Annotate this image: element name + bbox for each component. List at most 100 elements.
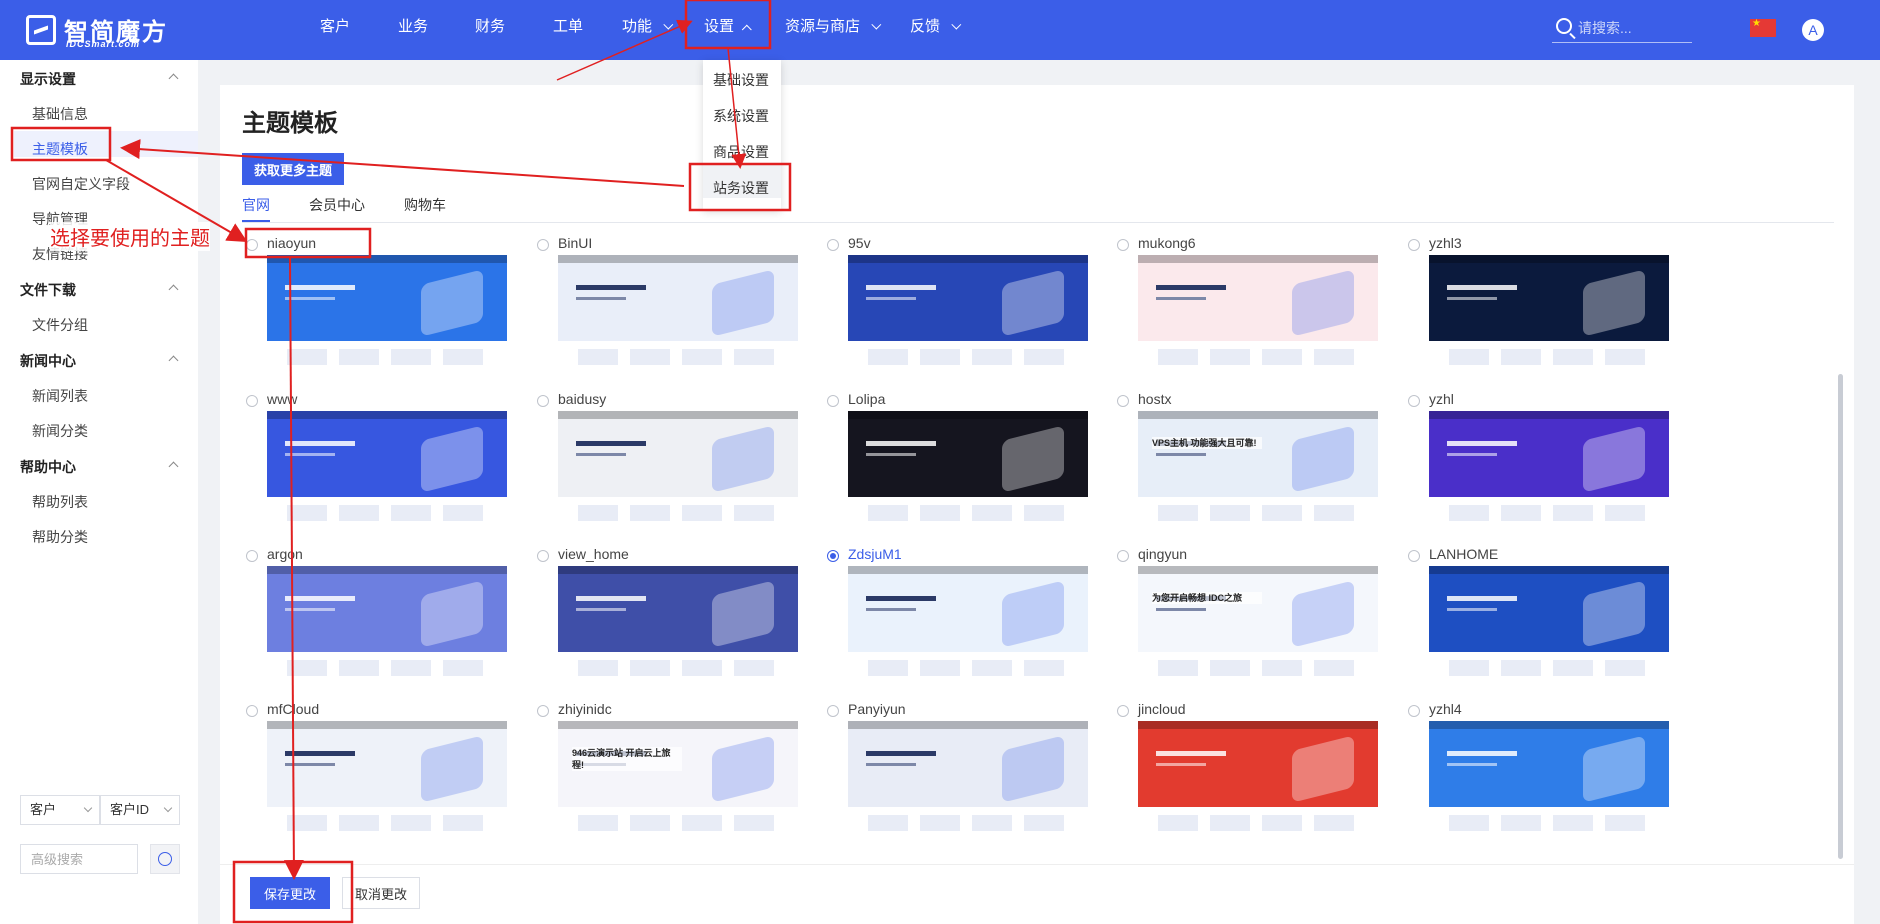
nav-features[interactable]: 功能 — [622, 0, 674, 55]
theme-radio[interactable] — [537, 550, 549, 562]
theme-radio[interactable] — [1408, 705, 1420, 717]
theme-radio[interactable] — [1408, 395, 1420, 407]
theme-option[interactable]: 95v — [827, 235, 1097, 385]
scrollbar-thumb[interactable] — [1838, 374, 1843, 859]
theme-option[interactable]: argon — [246, 546, 516, 696]
nav-business[interactable]: 业务 — [398, 0, 428, 55]
theme-radio[interactable] — [1117, 239, 1129, 251]
menu-item-system-settings[interactable]: 系统设置 — [713, 106, 769, 126]
sidebar-group-help[interactable]: 帮助中心 — [20, 457, 76, 477]
sidebar-item-theme-template[interactable]: 主题模板 — [32, 139, 88, 159]
chevron-up-icon[interactable] — [168, 284, 179, 295]
advanced-search-button[interactable] — [150, 844, 180, 874]
menu-item-site-settings[interactable]: 站务设置 — [713, 178, 769, 198]
nav-settings[interactable]: 设置 — [704, 0, 752, 55]
theme-option[interactable]: view_home — [537, 546, 807, 696]
theme-option[interactable]: zhiyinidc 946云演示站 开启云上旅程! — [537, 701, 807, 851]
theme-option[interactable]: niaoyun — [246, 235, 516, 385]
theme-option[interactable]: mukong6 — [1117, 235, 1387, 385]
avatar[interactable]: A — [1802, 19, 1824, 41]
theme-thumbnail[interactable] — [558, 255, 798, 375]
sidebar-group-downloads[interactable]: 文件下载 — [20, 280, 76, 300]
theme-thumbnail[interactable] — [558, 411, 798, 531]
customer-field-select[interactable]: 客户ID — [100, 795, 180, 825]
theme-thumbnail[interactable] — [848, 721, 1088, 841]
sidebar-item-news-category[interactable]: 新闻分类 — [32, 421, 88, 441]
customer-type-select[interactable]: 客户 — [20, 795, 100, 825]
get-more-themes-button[interactable]: 获取更多主题 — [242, 153, 344, 185]
sidebar-item-help-category[interactable]: 帮助分类 — [32, 527, 88, 547]
tab-website[interactable]: 官网 — [242, 195, 270, 215]
theme-thumbnail[interactable] — [267, 566, 507, 686]
theme-radio[interactable] — [1117, 705, 1129, 717]
theme-option[interactable]: Panyiyun — [827, 701, 1097, 851]
theme-thumbnail[interactable] — [1429, 721, 1669, 841]
theme-thumbnail[interactable] — [267, 255, 507, 375]
theme-radio[interactable] — [537, 395, 549, 407]
theme-thumbnail[interactable] — [267, 411, 507, 531]
theme-radio[interactable] — [827, 395, 839, 407]
theme-radio[interactable] — [1408, 550, 1420, 562]
sidebar-item-help-list[interactable]: 帮助列表 — [32, 492, 88, 512]
theme-radio[interactable] — [537, 239, 549, 251]
theme-thumbnail[interactable] — [848, 566, 1088, 686]
theme-option[interactable]: jincloud — [1117, 701, 1387, 851]
nav-resources-store[interactable]: 资源与商店 — [785, 0, 882, 55]
nav-feedback[interactable]: 反馈 — [910, 0, 962, 55]
theme-option[interactable]: Lolipa — [827, 391, 1097, 541]
theme-thumbnail[interactable] — [1429, 255, 1669, 375]
theme-thumbnail[interactable] — [558, 566, 798, 686]
theme-thumbnail[interactable] — [1138, 721, 1378, 841]
theme-radio[interactable] — [827, 550, 839, 562]
tab-member-center[interactable]: 会员中心 — [309, 195, 365, 215]
theme-radio[interactable] — [246, 239, 258, 251]
theme-radio[interactable] — [1408, 239, 1420, 251]
tab-cart[interactable]: 购物车 — [404, 195, 446, 215]
theme-radio[interactable] — [246, 395, 258, 407]
chevron-up-icon[interactable] — [168, 73, 179, 84]
theme-option[interactable]: yzhl3 — [1408, 235, 1678, 385]
menu-item-basic-settings[interactable]: 基础设置 — [713, 70, 769, 90]
sidebar-group-news[interactable]: 新闻中心 — [20, 351, 76, 371]
nav-customers[interactable]: 客户 — [320, 0, 350, 55]
theme-radio[interactable] — [537, 705, 549, 717]
theme-radio[interactable] — [1117, 395, 1129, 407]
china-flag-icon[interactable] — [1750, 18, 1776, 37]
theme-option[interactable]: ZdsjuM1 — [827, 546, 1097, 696]
search-input[interactable] — [1578, 17, 1688, 39]
theme-option[interactable]: www — [246, 391, 516, 541]
theme-thumbnail[interactable] — [848, 411, 1088, 531]
theme-thumbnail[interactable]: VPS主机 功能强大且可靠! — [1138, 411, 1378, 531]
theme-option[interactable]: yzhl4 — [1408, 701, 1678, 851]
chevron-up-icon[interactable] — [168, 461, 179, 472]
brand-logo[interactable]: 智简魔方 IDCSmart.com — [26, 12, 176, 49]
advanced-search-input[interactable] — [20, 844, 138, 874]
theme-option[interactable]: hostx VPS主机 功能强大且可靠! — [1117, 391, 1387, 541]
theme-thumbnail[interactable] — [1429, 566, 1669, 686]
theme-option[interactable]: LANHOME — [1408, 546, 1678, 696]
theme-radio[interactable] — [246, 550, 258, 562]
theme-radio[interactable] — [1117, 550, 1129, 562]
theme-option[interactable]: yzhl — [1408, 391, 1678, 541]
theme-option[interactable]: mfCloud — [246, 701, 516, 851]
sidebar-item-custom-fields[interactable]: 官网自定义字段 — [32, 174, 130, 194]
sidebar-item-basic-info[interactable]: 基础信息 — [32, 104, 88, 124]
sidebar-group-display[interactable]: 显示设置 — [20, 69, 76, 89]
theme-thumbnail[interactable] — [267, 721, 507, 841]
nav-tickets[interactable]: 工单 — [553, 0, 583, 55]
theme-radio[interactable] — [246, 705, 258, 717]
theme-option[interactable]: BinUI — [537, 235, 807, 385]
theme-thumbnail[interactable] — [1429, 411, 1669, 531]
theme-option[interactable]: baidusy — [537, 391, 807, 541]
theme-thumbnail[interactable]: 946云演示站 开启云上旅程! — [558, 721, 798, 841]
theme-thumbnail[interactable] — [1138, 255, 1378, 375]
cancel-changes-button[interactable]: 取消更改 — [342, 877, 420, 909]
save-changes-button[interactable]: 保存更改 — [250, 877, 330, 909]
theme-radio[interactable] — [827, 705, 839, 717]
global-search[interactable] — [1552, 15, 1692, 43]
theme-option[interactable]: qingyun 为您开启畅想 IDC之旅 — [1117, 546, 1387, 696]
sidebar-item-news-list[interactable]: 新闻列表 — [32, 386, 88, 406]
theme-thumbnail[interactable]: 为您开启畅想 IDC之旅 — [1138, 566, 1378, 686]
menu-item-product-settings[interactable]: 商品设置 — [713, 142, 769, 162]
theme-thumbnail[interactable] — [848, 255, 1088, 375]
